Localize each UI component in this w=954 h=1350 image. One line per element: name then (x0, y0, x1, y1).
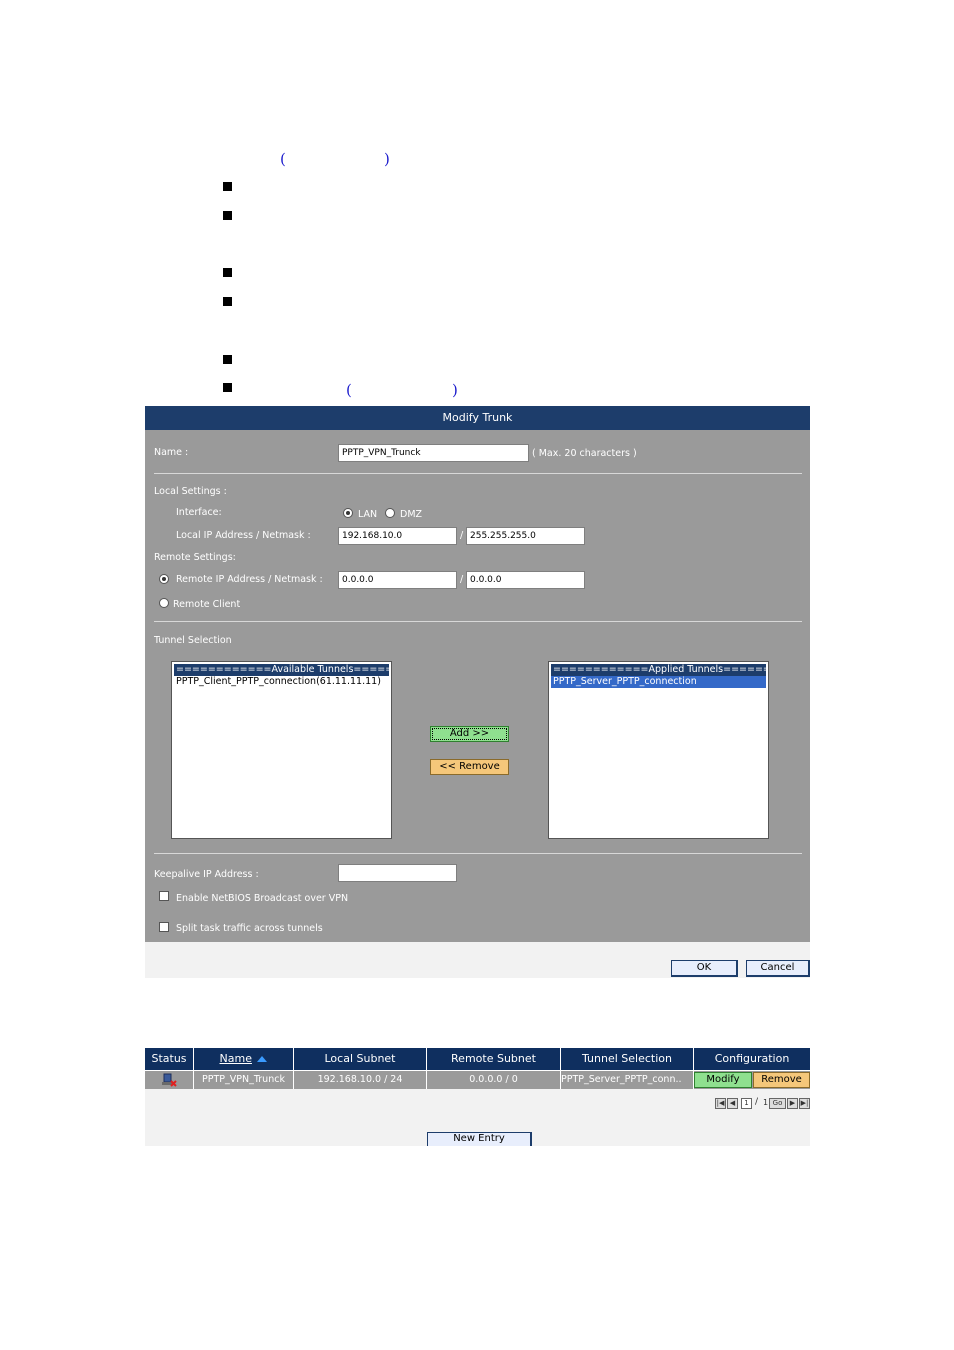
column-header-status: Status (145, 1048, 194, 1070)
table-row-tunnel-selection: PPTP_Server_PPTP_conn.. (561, 1071, 694, 1089)
keepalive-input[interactable] (338, 864, 457, 882)
table-row-remote-subnet: 0.0.0.0 / 0 (427, 1071, 561, 1089)
local-ip-label: Local IP Address / Netmask : (176, 530, 311, 541)
remove-button[interactable]: << Remove (430, 759, 509, 775)
remote-ip-radio[interactable] (159, 574, 169, 584)
open-paren: ( (346, 381, 352, 399)
next-page-icon[interactable]: ▶ (787, 1098, 798, 1109)
last-page-icon[interactable]: ▶| (799, 1098, 810, 1109)
bullet (223, 355, 232, 364)
dmz-label: DMZ (400, 509, 423, 520)
remote-netmask-input[interactable]: 0.0.0.0 (466, 571, 585, 589)
netbios-checkbox[interactable] (159, 891, 169, 901)
add-button[interactable]: Add >> (430, 726, 509, 742)
split-traffic-label: Split task traffic across tunnels (176, 923, 323, 934)
page-separator: / (755, 1097, 759, 1107)
column-header-tunnel-selection: Tunnel Selection (561, 1048, 694, 1070)
dmz-radio[interactable] (385, 508, 395, 518)
column-header-configuration: Configuration (694, 1048, 810, 1070)
applied-tunnels-list[interactable]: ============Applied Tunnels=============… (548, 661, 769, 839)
tunnel-selection-label: Tunnel Selection (154, 635, 232, 646)
slash: / (460, 530, 464, 541)
cancel-button[interactable]: Cancel (746, 960, 810, 977)
close-paren: ) (384, 150, 390, 168)
bullet (223, 268, 232, 277)
name-sort-link[interactable]: Name (220, 1052, 252, 1065)
lan-radio[interactable] (343, 508, 353, 518)
remote-ip-label: Remote IP Address / Netmask : (176, 574, 323, 585)
modify-button[interactable]: Modify (694, 1072, 752, 1088)
divider (154, 621, 802, 622)
keepalive-label: Keepalive IP Address : (154, 869, 259, 880)
local-settings-label: Local Settings : (154, 486, 227, 497)
sort-ascending-icon (257, 1056, 268, 1062)
remote-ip-input[interactable]: 0.0.0.0 (338, 571, 457, 589)
table-row-local-subnet: 192.168.10.0 / 24 (294, 1071, 427, 1089)
divider (154, 473, 802, 474)
first-page-icon[interactable]: |◀ (715, 1098, 726, 1109)
bullet (223, 297, 232, 306)
name-label: Name : (154, 447, 189, 458)
netbios-label: Enable NetBIOS Broadcast over VPN (176, 893, 349, 904)
local-ip-input[interactable]: 192.168.10.0 (338, 527, 457, 545)
name-input[interactable]: PPTP_VPN_Trunck (338, 444, 529, 462)
panel-footer: OK Cancel (145, 942, 810, 978)
column-header-remote-subnet: Remote Subnet (427, 1048, 561, 1070)
table-row-configuration: Modify Remove (694, 1071, 810, 1089)
prev-page-icon[interactable]: ◀ (727, 1098, 738, 1109)
bullet (223, 383, 232, 392)
page-total: 1 (763, 1098, 769, 1107)
remove-row-button[interactable]: Remove (753, 1072, 810, 1088)
available-tunnels-header: ============Available Tunnels===========… (174, 664, 389, 676)
panel-title: Modify Trunk (145, 406, 810, 430)
ok-button[interactable]: OK (671, 960, 738, 977)
remote-settings-label: Remote Settings: (154, 552, 236, 563)
list-item[interactable]: PPTP_Client_PPTP_connection(61.11.11.11) (174, 676, 389, 688)
go-button[interactable]: Go (769, 1098, 786, 1109)
close-paren: ) (452, 381, 458, 399)
new-entry-button[interactable]: New Entry (427, 1132, 532, 1146)
lan-label: LAN (358, 509, 378, 520)
list-item[interactable]: PPTP_Server_PPTP_connection (551, 676, 766, 688)
bullet (223, 211, 232, 220)
applied-tunnels-header: ============Applied Tunnels============= (551, 664, 766, 676)
slash: / (460, 574, 464, 585)
name-hint: ( Max. 20 characters ) (532, 448, 637, 459)
local-netmask-input[interactable]: 255.255.255.0 (466, 527, 585, 545)
panel-body: Name : PPTP_VPN_Trunck ( Max. 20 charact… (145, 430, 810, 942)
remote-client-label: Remote Client (173, 599, 241, 610)
divider (154, 853, 802, 854)
disconnected-status-icon (162, 1073, 177, 1087)
bullet (223, 182, 232, 191)
table-row-name: PPTP_VPN_Trunck (194, 1071, 294, 1089)
remote-client-radio[interactable] (159, 598, 169, 608)
column-header-name[interactable]: Name (194, 1048, 294, 1070)
table-footer: |◀ ◀ 1 / 1 Go ▶ ▶| New Entry (145, 1089, 810, 1146)
modify-trunk-panel: Modify Trunk Name : PPTP_VPN_Trunck ( Ma… (145, 406, 810, 978)
page-number-input[interactable]: 1 (741, 1098, 752, 1109)
table-row-status (145, 1071, 194, 1089)
interface-label: Interface: (176, 507, 222, 518)
split-traffic-checkbox[interactable] (159, 922, 169, 932)
available-tunnels-list[interactable]: ============Available Tunnels===========… (171, 661, 392, 839)
open-paren: ( (280, 150, 286, 168)
column-header-local-subnet: Local Subnet (294, 1048, 427, 1070)
